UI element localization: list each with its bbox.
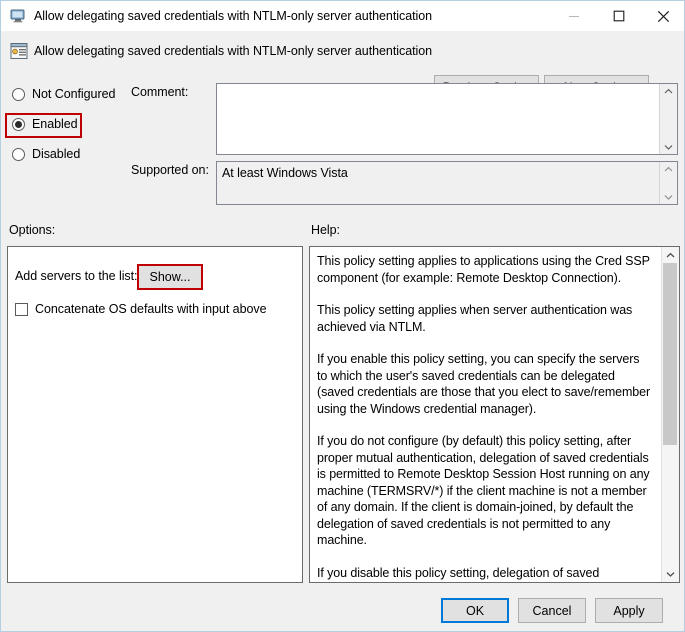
help-paragraph: This policy setting applies when server …	[317, 303, 633, 334]
radio-not-configured-indicator	[12, 87, 25, 101]
group-policy-setting-dialog: Allow delegating saved credentials with …	[0, 0, 685, 632]
setting-state-form: Not Configured Enabled Disabled Comment:	[1, 73, 684, 218]
comment-label: Comment:	[131, 85, 189, 99]
help-section-label: Help:	[311, 223, 340, 237]
show-button[interactable]: Show...	[138, 265, 202, 289]
chevron-up-icon[interactable]	[662, 247, 679, 263]
help-scrollbar[interactable]	[661, 247, 679, 582]
window-title: Allow delegating saved credentials with …	[34, 9, 433, 23]
close-icon[interactable]	[641, 1, 684, 31]
comment-scrollbar[interactable]	[659, 84, 677, 154]
comment-field[interactable]	[216, 83, 678, 155]
help-paragraph: If you do not configure (by default) thi…	[317, 434, 650, 547]
setting-title: Allow delegating saved credentials with …	[34, 44, 433, 58]
supported-on-label: Supported on:	[131, 163, 209, 177]
title-bar: Allow delegating saved credentials with …	[1, 1, 684, 31]
radio-enabled-indicator	[12, 117, 25, 131]
radio-not-configured-label: Not Configured	[32, 87, 116, 101]
add-servers-row: Add servers to the list:	[15, 269, 138, 283]
comment-scroll-track[interactable]	[660, 98, 677, 140]
add-servers-label: Add servers to the list:	[15, 269, 138, 283]
supported-on-scrollbar[interactable]	[659, 162, 677, 204]
supported-on-value: At least Windows Vista	[222, 166, 348, 180]
radio-enabled[interactable]: Enabled	[12, 117, 78, 131]
radio-disabled-label: Disabled	[32, 147, 81, 161]
help-paragraph: If you enable this policy setting, you c…	[317, 352, 651, 416]
supported-on-field: At least Windows Vista	[216, 161, 678, 205]
chevron-down-icon[interactable]	[662, 566, 679, 582]
setting-header: Allow delegating saved credentials with …	[1, 31, 684, 99]
cancel-button[interactable]: Cancel	[518, 598, 586, 623]
radio-disabled[interactable]: Disabled	[12, 147, 80, 161]
chevron-down-icon[interactable]	[660, 190, 677, 204]
help-paragraph: This policy setting applies to applicati…	[317, 254, 650, 285]
minimize-icon[interactable]	[551, 1, 596, 31]
concatenate-checkbox-row[interactable]: Concatenate OS defaults with input above	[15, 302, 267, 316]
maximize-icon[interactable]	[596, 1, 641, 31]
computer-policy-icon	[10, 8, 26, 24]
comment-value[interactable]	[217, 84, 659, 154]
policy-setting-icon	[10, 42, 28, 60]
options-panel: Add servers to the list: Concatenate OS …	[7, 246, 303, 583]
window-controls	[551, 1, 684, 31]
help-paragraph: If you disable this policy setting, dele…	[317, 565, 600, 580]
chevron-up-icon[interactable]	[660, 162, 677, 176]
help-scroll-thumb[interactable]	[663, 263, 677, 445]
help-scroll-track[interactable]	[662, 263, 679, 566]
concatenate-checkbox-label: Concatenate OS defaults with input above	[35, 302, 267, 316]
apply-button[interactable]: Apply	[595, 598, 663, 623]
ok-button[interactable]: OK	[441, 598, 509, 623]
chevron-up-icon[interactable]	[660, 84, 677, 98]
concatenate-checkbox[interactable]	[15, 302, 28, 316]
options-section-label: Options:	[9, 223, 56, 237]
radio-disabled-indicator	[12, 147, 25, 161]
radio-not-configured[interactable]: Not Configured	[12, 87, 115, 101]
help-text: This policy setting applies to applicati…	[310, 247, 661, 582]
supported-on-scroll-track[interactable]	[660, 176, 677, 190]
radio-enabled-label: Enabled	[32, 117, 78, 131]
help-panel: This policy setting applies to applicati…	[309, 246, 680, 583]
chevron-down-icon[interactable]	[660, 140, 677, 154]
